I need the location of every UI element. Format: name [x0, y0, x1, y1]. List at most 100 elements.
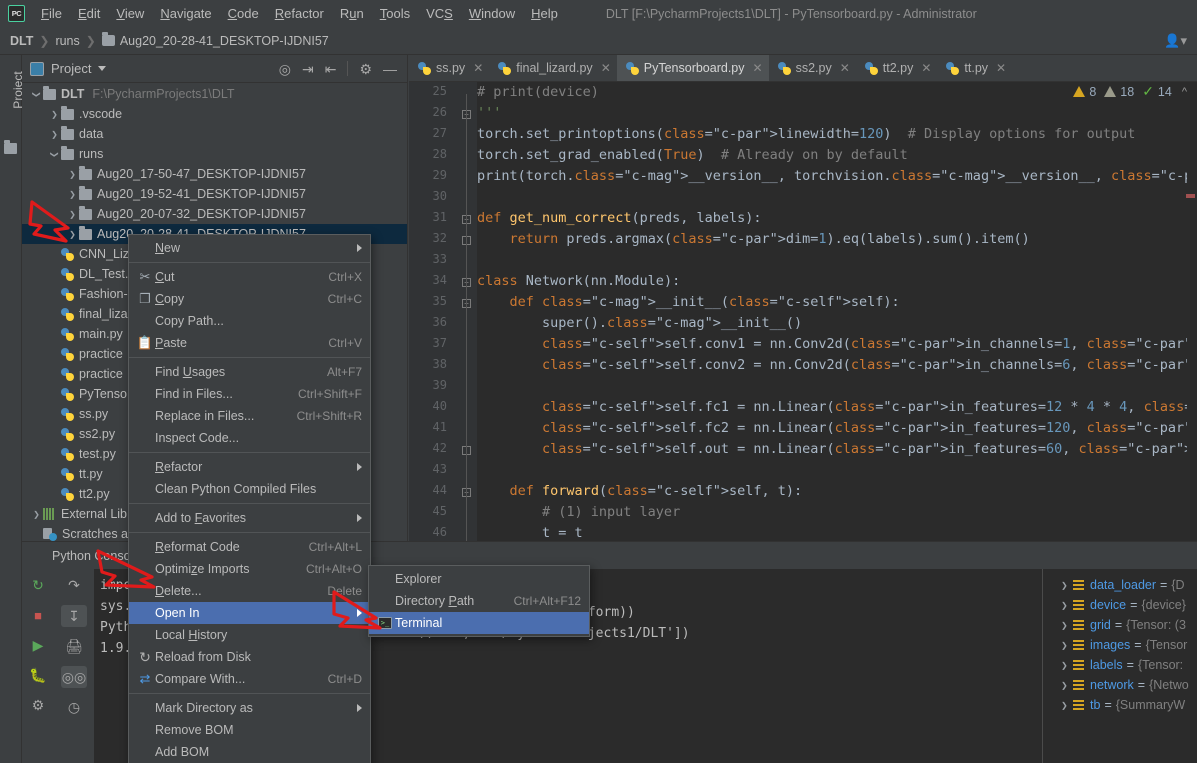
- tree-item-aug20-17-50-47-desktop-ijdni57[interactable]: Aug20_17-50-47_DESKTOP-IJDNI57: [22, 164, 407, 184]
- chevron-right-icon[interactable]: [66, 169, 79, 179]
- expand-all-icon[interactable]: ⇥: [302, 62, 314, 76]
- chevron-right-icon[interactable]: [1061, 700, 1073, 710]
- menu-item-directory-path[interactable]: Directory Path Ctrl+Alt+F12: [369, 590, 589, 612]
- code-folding-gutter[interactable]: −−−−−: [455, 82, 477, 541]
- soft-wrap-icon[interactable]: ↷: [66, 577, 83, 594]
- menu-item-clean-python-compiled-files[interactable]: Clean Python Compiled Files: [129, 478, 370, 500]
- collapse-all-icon[interactable]: ⇤: [325, 62, 337, 76]
- menu-view[interactable]: View: [108, 3, 152, 24]
- chevron-right-icon[interactable]: [1061, 640, 1073, 650]
- menu-item-new[interactable]: New: [129, 237, 370, 259]
- variable-row-images[interactable]: images={Tensor: [1043, 635, 1197, 655]
- code-editor[interactable]: 25 26 27 28 29 30 31 32 33 34 35 36 37 38 39 40 41 42 43 44…: [409, 82, 1197, 541]
- editor-tab-tt-py[interactable]: tt.py ✕: [937, 55, 1012, 81]
- menu-item-refactor[interactable]: Refactor: [129, 456, 370, 478]
- menu-tools[interactable]: Tools: [372, 3, 418, 24]
- editor-tab-tt2-py[interactable]: tt2.py ✕: [856, 55, 938, 81]
- menu-item-reload-from-disk[interactable]: ↻ Reload from Disk: [129, 646, 370, 668]
- menu-item-copy-path[interactable]: Copy Path...: [129, 310, 370, 332]
- chevron-right-icon[interactable]: [66, 189, 79, 199]
- menu-run[interactable]: Run: [332, 3, 372, 24]
- history-icon[interactable]: ◷: [66, 699, 83, 716]
- menu-vcs[interactable]: VCS: [418, 3, 461, 24]
- menu-item-open-in[interactable]: Open In: [129, 602, 370, 624]
- chevron-right-icon[interactable]: [1061, 680, 1073, 690]
- menu-window[interactable]: Window: [461, 3, 523, 24]
- chevron-right-icon[interactable]: [1061, 660, 1073, 670]
- chevron-up-icon[interactable]: ^: [1182, 86, 1187, 98]
- close-icon[interactable]: ✕: [753, 61, 763, 75]
- print-icon[interactable]: 🖨: [65, 638, 83, 655]
- menu-item-find-in-files[interactable]: Find in Files... Ctrl+Shift+F: [129, 383, 370, 405]
- error-stripe-marker[interactable]: [1186, 194, 1195, 198]
- tree-item-vscode[interactable]: .vscode: [22, 104, 407, 124]
- settings-gear-icon[interactable]: ⚙: [359, 62, 372, 76]
- menu-item-find-usages[interactable]: Find Usages Alt+F7: [129, 361, 370, 383]
- menu-item-reformat-code[interactable]: Reformat Code Ctrl+Alt+L: [129, 536, 370, 558]
- tree-item-data[interactable]: data: [22, 124, 407, 144]
- execute-icon[interactable]: ▶: [30, 637, 47, 654]
- tree-item-aug20-19-52-41-desktop-ijdni57[interactable]: Aug20_19-52-41_DESKTOP-IJDNI57: [22, 184, 407, 204]
- breadcrumb-runs[interactable]: runs: [55, 34, 79, 48]
- menu-item-explorer[interactable]: Explorer: [369, 568, 589, 590]
- chevron-right-icon[interactable]: [30, 509, 43, 519]
- menu-item-cut[interactable]: ✂ Cut Ctrl+X: [129, 266, 370, 288]
- stop-icon[interactable]: ■: [30, 607, 47, 624]
- menu-help[interactable]: Help: [523, 3, 566, 24]
- variable-row-network[interactable]: network={Netwo: [1043, 675, 1197, 695]
- chevron-right-icon[interactable]: [1061, 580, 1073, 590]
- menu-item-paste[interactable]: 📋 Paste Ctrl+V: [129, 332, 370, 354]
- menu-item-local-history[interactable]: Local History: [129, 624, 370, 646]
- variable-row-device[interactable]: device={device}: [1043, 595, 1197, 615]
- menu-item-add-bom[interactable]: Add BOM: [129, 741, 370, 763]
- menu-navigate[interactable]: Navigate: [152, 3, 219, 24]
- breadcrumb-folder[interactable]: Aug20_20-28-41_DESKTOP-IJDNI57: [101, 32, 329, 48]
- close-icon[interactable]: ✕: [601, 61, 611, 75]
- menu-item-compare-with[interactable]: ⇄ Compare With... Ctrl+D: [129, 668, 370, 690]
- close-icon[interactable]: ✕: [840, 61, 850, 75]
- chevron-right-icon[interactable]: [66, 229, 79, 239]
- locate-icon[interactable]: ◎: [279, 62, 291, 76]
- menu-item-add-to-favorites[interactable]: Add to Favorites: [129, 507, 370, 529]
- variable-row-data_loader[interactable]: data_loader={D: [1043, 575, 1197, 595]
- inspection-status[interactable]: 8 18 ✓ 14 ^: [1073, 83, 1187, 100]
- menu-item-delete[interactable]: Delete... Delete: [129, 580, 370, 602]
- folder-icon[interactable]: [4, 140, 17, 154]
- tree-item-runs[interactable]: runs: [22, 144, 407, 164]
- menu-item-mark-directory-as[interactable]: Mark Directory as: [129, 697, 370, 719]
- hide-icon[interactable]: —: [383, 62, 397, 76]
- scroll-to-end-icon[interactable]: ↧: [61, 605, 87, 627]
- editor-tab-ss2-py[interactable]: ss2.py ✕: [769, 55, 856, 81]
- menu-item-copy[interactable]: ❐ Copy Ctrl+C: [129, 288, 370, 310]
- variable-row-grid[interactable]: grid={Tensor: (3: [1043, 615, 1197, 635]
- tree-item-aug20-20-07-32-desktop-ijdni57[interactable]: Aug20_20-07-32_DESKTOP-IJDNI57: [22, 204, 407, 224]
- chevron-right-icon[interactable]: [48, 129, 61, 139]
- editor-tab-ss-py[interactable]: ss.py ✕: [409, 55, 489, 81]
- console-variables-panel[interactable]: data_loader={Ddevice={device}grid={Tenso…: [1042, 569, 1197, 763]
- menu-file[interactable]: File: [33, 3, 70, 24]
- close-icon[interactable]: ✕: [921, 61, 931, 75]
- variable-row-labels[interactable]: labels={Tensor:: [1043, 655, 1197, 675]
- use-console-icon[interactable]: ◎◎: [61, 666, 87, 688]
- menu-item-inspect-code[interactable]: Inspect Code...: [129, 427, 370, 449]
- menu-refactor[interactable]: Refactor: [267, 3, 332, 24]
- settings-icon[interactable]: ⚙: [30, 697, 47, 714]
- chevron-down-icon[interactable]: [30, 89, 43, 99]
- context-menu[interactable]: New ✂ Cut Ctrl+X ❐ Copy Ctrl+C Copy Path... 📋 Pas…: [128, 234, 371, 763]
- menu-code[interactable]: Code: [220, 3, 267, 24]
- menu-item-terminal[interactable]: >_ Terminal: [369, 612, 589, 634]
- code-content[interactable]: # print(device) ''' torch.set_printoptions…: [477, 82, 1197, 541]
- menu-item-replace-in-files[interactable]: Replace in Files... Ctrl+Shift+R: [129, 405, 370, 427]
- breadcrumb-project[interactable]: DLT: [10, 34, 33, 48]
- chevron-right-icon[interactable]: [1061, 620, 1073, 630]
- editor-tab-pytensorboard-py[interactable]: PyTensorboard.py ✕: [616, 55, 769, 81]
- account-icon[interactable]: 👤▾: [1164, 33, 1187, 49]
- chevron-right-icon[interactable]: [1061, 600, 1073, 610]
- menu-edit[interactable]: Edit: [70, 3, 108, 24]
- chevron-down-icon[interactable]: [98, 66, 107, 71]
- variable-row-tb[interactable]: tb={SummaryW: [1043, 695, 1197, 715]
- tree-item-dlt[interactable]: DLT F:\PycharmProjects1\DLT: [22, 84, 407, 104]
- open-in-submenu[interactable]: Explorer Directory Path Ctrl+Alt+F12 >_ Term…: [368, 565, 590, 637]
- menu-item-remove-bom[interactable]: Remove BOM: [129, 719, 370, 741]
- close-icon[interactable]: ✕: [996, 61, 1006, 75]
